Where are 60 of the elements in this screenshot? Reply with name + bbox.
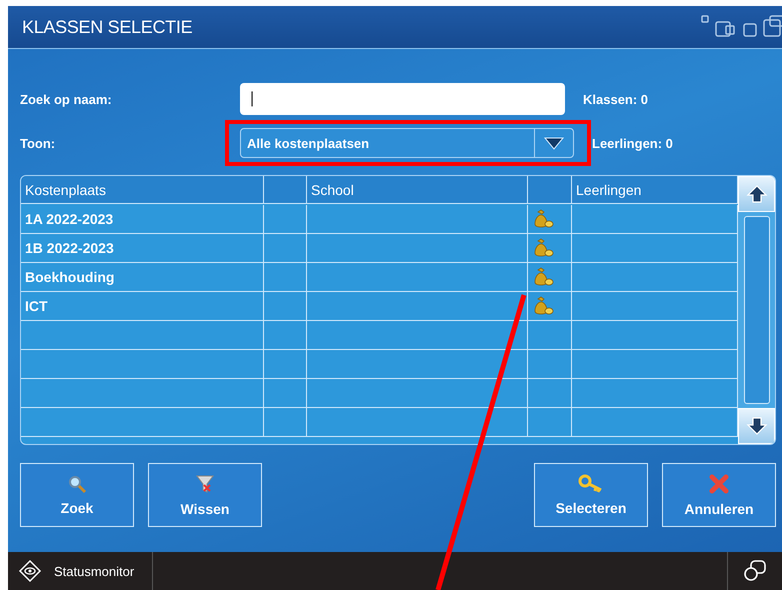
table-cell[interactable] bbox=[528, 379, 572, 408]
table-cell[interactable] bbox=[264, 263, 307, 292]
table-cell[interactable] bbox=[307, 234, 528, 263]
window-title: KLASSEN SELECTIE bbox=[22, 16, 192, 38]
cancel-button[interactable]: Annuleren bbox=[662, 463, 776, 527]
table-cell[interactable]: 1B 2022-2023 bbox=[21, 234, 264, 263]
column-header[interactable]: School bbox=[307, 176, 528, 204]
eye-icon bbox=[18, 559, 42, 583]
table-cell[interactable] bbox=[528, 263, 572, 292]
table-cell[interactable] bbox=[528, 350, 572, 379]
scroll-down-button[interactable] bbox=[738, 408, 775, 444]
field-label: Toon: bbox=[20, 136, 56, 150]
column-header[interactable] bbox=[264, 176, 307, 204]
table-cell[interactable] bbox=[307, 205, 528, 234]
table-cell[interactable] bbox=[307, 379, 528, 408]
cost-center-dropdown[interactable]: Alle kostenplaatsen bbox=[240, 128, 574, 158]
table-cell[interactable] bbox=[21, 408, 264, 437]
arrow-down-icon bbox=[746, 416, 768, 436]
arrow-up-icon bbox=[746, 184, 768, 204]
clear-button[interactable]: Wissen bbox=[148, 463, 262, 527]
table-cell[interactable] bbox=[21, 321, 264, 350]
table-cell[interactable] bbox=[528, 408, 572, 437]
key-icon bbox=[578, 474, 604, 494]
table-cell[interactable] bbox=[307, 350, 528, 379]
count-label: Klassen: 0 bbox=[583, 92, 648, 106]
table-cell[interactable] bbox=[264, 408, 307, 437]
search-button[interactable]: Zoek bbox=[20, 463, 134, 527]
table-cell[interactable] bbox=[264, 234, 307, 263]
status-monitor-button[interactable]: Statusmonitor bbox=[8, 552, 154, 590]
select-button[interactable]: Selecteren bbox=[534, 463, 648, 527]
table-cell[interactable] bbox=[264, 321, 307, 350]
scroll-up-button[interactable] bbox=[738, 176, 775, 212]
field-label: Zoek op naam: bbox=[20, 92, 113, 106]
table-cell[interactable] bbox=[264, 205, 307, 234]
table-cell[interactable] bbox=[264, 292, 307, 321]
column-header[interactable]: Kostenplaats bbox=[21, 176, 264, 204]
dropdown-arrow-icon bbox=[544, 136, 564, 150]
table-cell[interactable] bbox=[21, 379, 264, 408]
table-cell[interactable] bbox=[528, 234, 572, 263]
table-cell[interactable] bbox=[528, 321, 572, 350]
count-label: Leerlingen: 0 bbox=[592, 136, 673, 150]
table-cell[interactable] bbox=[307, 408, 528, 437]
table-cell[interactable] bbox=[307, 321, 528, 350]
table-cell[interactable] bbox=[528, 205, 572, 234]
table-cell[interactable] bbox=[528, 292, 572, 321]
column-header[interactable] bbox=[528, 176, 572, 204]
table-cell[interactable] bbox=[307, 292, 528, 321]
column-header[interactable]: Leerlingen bbox=[572, 176, 738, 204]
name-search-field[interactable]: | bbox=[240, 83, 565, 115]
help-chat-icon[interactable] bbox=[742, 558, 768, 584]
close-icon bbox=[708, 473, 730, 495]
table-cell[interactable]: Boekhouding bbox=[21, 263, 264, 292]
table-cell[interactable]: 1A 2022-2023 bbox=[21, 205, 264, 234]
table-cell[interactable] bbox=[264, 379, 307, 408]
funnel-icon bbox=[194, 473, 216, 495]
table-cell[interactable] bbox=[307, 263, 528, 292]
table-cell[interactable]: ICT bbox=[21, 292, 264, 321]
search-icon bbox=[66, 474, 88, 494]
table-cell[interactable] bbox=[21, 350, 264, 379]
table-cell[interactable] bbox=[264, 350, 307, 379]
